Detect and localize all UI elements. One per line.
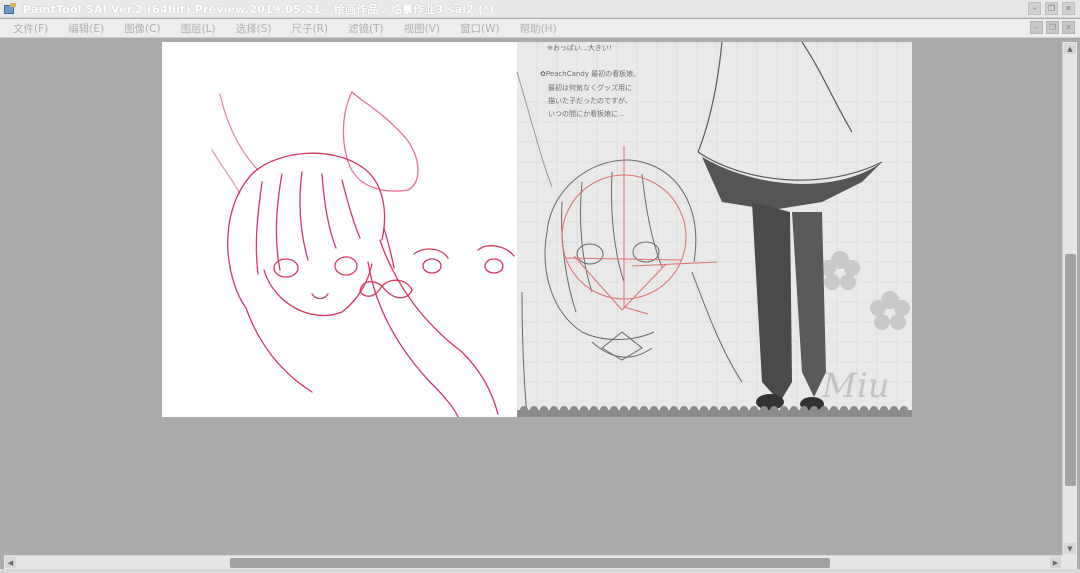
window-title: PaintTool SAI Ver.2 (64bit) Preview.2019… xyxy=(23,2,495,16)
reference-note-line-4: 描いた子だったのですが、 xyxy=(548,96,632,105)
window-minimize-button[interactable]: – xyxy=(1028,2,1041,15)
window-close-button[interactable]: ✕ xyxy=(1062,2,1075,15)
horizontal-scroll-thumb[interactable] xyxy=(230,558,830,568)
menu-view[interactable]: 视图(V) xyxy=(404,21,440,36)
menu-layer[interactable]: 图层(L) xyxy=(181,21,216,36)
paint-tool-sai-window: PaintTool SAI Ver.2 (64bit) Preview.2019… xyxy=(0,0,1080,573)
signature-text: Miu xyxy=(821,366,890,406)
reference-note-line-5: いつの間にか看板娘に… xyxy=(548,109,625,118)
vertical-scroll-thumb[interactable] xyxy=(1065,254,1076,486)
reference-note-line-3: 最初は何気なくグッズ用に xyxy=(548,83,632,92)
menu-window[interactable]: 窗口(W) xyxy=(460,21,500,36)
scrollbar-corner xyxy=(1062,555,1077,569)
menu-bar: 文件(F) 编辑(E) 图像(C) 图层(L) 选择(S) 尺子(R) 滤镜(T… xyxy=(0,19,1080,38)
reference-note-line-1: ※おっぱい…大きい! xyxy=(547,43,612,52)
document-restore-button[interactable]: ❐ xyxy=(1046,21,1059,34)
scroll-right-arrow-icon[interactable]: ▶ xyxy=(1050,557,1061,568)
sketch-drawing xyxy=(211,90,515,417)
reference-note-line-2: ✿PeachCandy 最初の看板娘。 xyxy=(540,69,640,78)
document-close-button[interactable]: ✕ xyxy=(1062,21,1075,34)
status-strip xyxy=(0,569,1080,573)
scroll-up-arrow-icon[interactable]: ▲ xyxy=(1064,43,1076,54)
reference-image: ※おっぱい…大きい! ✿PeachCandy 最初の看板娘。 最初は何気なくグッ… xyxy=(516,42,912,417)
menu-file[interactable]: 文件(F) xyxy=(13,21,48,36)
menu-help[interactable]: 帮助(H) xyxy=(520,21,557,36)
scroll-down-arrow-icon[interactable]: ▼ xyxy=(1064,543,1076,554)
app-logo-icon xyxy=(4,2,18,15)
canvas-artwork: ※おっぱい…大きい! ✿PeachCandy 最初の看板娘。 最初は何気なくグッ… xyxy=(211,42,912,417)
menu-image[interactable]: 图像(C) xyxy=(124,21,161,36)
scroll-left-arrow-icon[interactable]: ◀ xyxy=(5,557,16,568)
menu-select[interactable]: 选择(S) xyxy=(236,21,272,36)
canvas-viewport[interactable]: ※おっぱい…大きい! ✿PeachCandy 最初の看板娘。 最初は何気なくグッ… xyxy=(4,42,1061,554)
menu-edit[interactable]: 编辑(E) xyxy=(68,21,104,36)
menu-ruler[interactable]: 尺子(R) xyxy=(292,21,329,36)
vertical-scrollbar[interactable]: ▲ ▼ xyxy=(1062,42,1077,555)
title-bar[interactable]: PaintTool SAI Ver.2 (64bit) Preview.2019… xyxy=(0,0,1080,18)
horizontal-scrollbar[interactable]: ◀ ▶ xyxy=(4,555,1062,569)
menu-filter[interactable]: 滤镜(T) xyxy=(348,21,384,36)
window-restore-button[interactable]: ❐ xyxy=(1045,2,1058,15)
document-minimize-button[interactable]: – xyxy=(1030,21,1043,34)
drawing-canvas[interactable]: ※おっぱい…大きい! ✿PeachCandy 最初の看板娘。 最初は何気なくグッ… xyxy=(162,42,912,417)
